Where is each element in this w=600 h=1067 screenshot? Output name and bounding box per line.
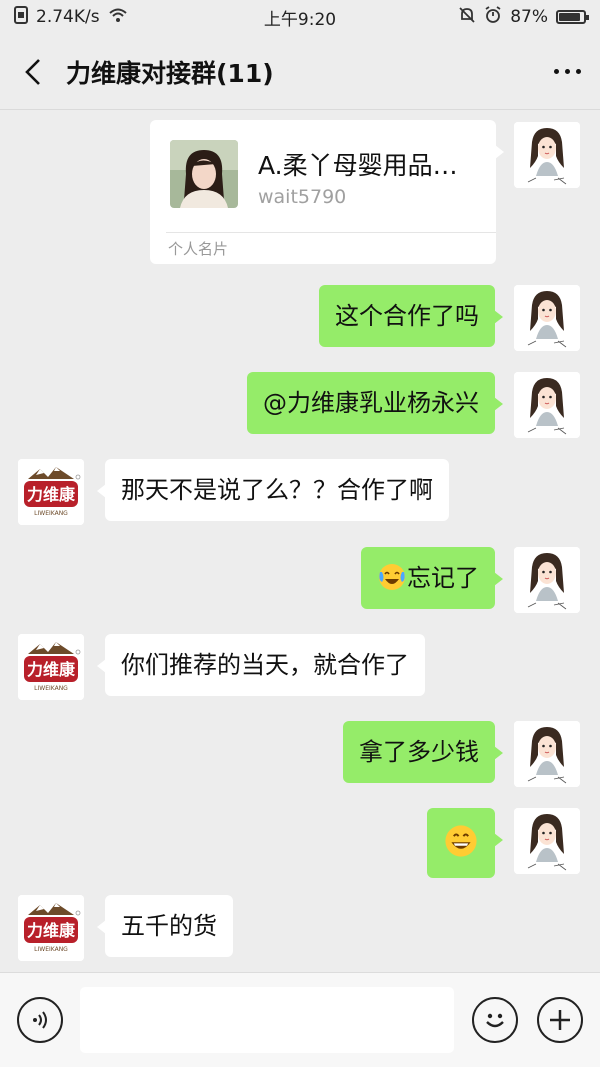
mute-icon — [458, 6, 476, 29]
voice-icon — [33, 1011, 47, 1029]
message-bubble-sent[interactable]: 拿了多少钱 — [343, 721, 503, 783]
plus-icon — [550, 1010, 570, 1030]
message-bubble-sent[interactable]: @力维康乳业杨永兴 — [247, 372, 503, 434]
network-speed: 2.74K/s — [36, 7, 100, 27]
alarm-icon — [484, 5, 502, 29]
notification-icon — [14, 5, 28, 29]
message-bubble-received[interactable]: 那天不是说了么？？合作了啊 — [97, 459, 449, 521]
my-avatar[interactable] — [514, 122, 580, 188]
message-input[interactable] — [80, 987, 454, 1053]
battery-icon — [556, 10, 589, 24]
contact-card-name: A.柔丫母婴用品… — [258, 151, 458, 180]
battery-level-fill — [559, 13, 580, 21]
brand-avatar[interactable] — [18, 895, 84, 961]
more-dot — [564, 69, 570, 74]
message-text: 忘记了 — [407, 564, 479, 592]
input-bar — [0, 972, 600, 1067]
my-avatar[interactable] — [514, 808, 580, 874]
wifi-icon — [108, 7, 128, 28]
status-bar: 2.74K/s 上午9:20 87% — [0, 0, 600, 34]
message-bubble-received[interactable]: 五千的货 — [97, 895, 233, 957]
brand-avatar[interactable] — [18, 459, 84, 525]
contact-card-label: 个人名片 — [168, 240, 229, 258]
contact-card[interactable]: A.柔丫母婴用品… wait5790 个人名片 — [150, 120, 504, 264]
my-avatar[interactable] — [514, 285, 580, 351]
my-avatar[interactable] — [514, 721, 580, 787]
status-time: 上午9:20 — [263, 9, 337, 30]
chevron-left-icon — [25, 58, 40, 85]
back-button[interactable] — [0, 34, 66, 110]
my-avatar[interactable] — [514, 547, 580, 613]
brand-avatar[interactable] — [18, 634, 84, 700]
chat-title: 力维康对接群(11) — [66, 58, 274, 88]
grin-emoji — [443, 823, 479, 859]
more-dot — [575, 69, 581, 74]
divider — [166, 232, 496, 233]
message-bubble-sent[interactable] — [427, 808, 503, 878]
more-dot — [553, 69, 559, 74]
emoji-face-icon — [486, 1013, 504, 1028]
message-bubble-sent[interactable]: 这个合作了吗 — [319, 285, 503, 347]
chat-message-list[interactable]: A.柔丫母婴用品… wait5790 个人名片 这个合作了吗 @力维康乳业杨永兴… — [0, 110, 600, 972]
message-bubble-received[interactable]: 你们推荐的当天，就合作了 — [97, 634, 425, 696]
emoji-button[interactable] — [472, 997, 518, 1043]
voice-button[interactable] — [17, 997, 63, 1043]
more-options-button[interactable] — [534, 34, 600, 110]
chat-header: 力维康对接群(11) — [0, 34, 600, 110]
laugh-cry-emoji — [377, 562, 407, 592]
contact-card-photo — [170, 140, 238, 208]
message-bubble-sent[interactable]: 忘记了 — [361, 547, 503, 609]
more-functions-button[interactable] — [537, 997, 583, 1043]
battery-percent: 87% — [510, 7, 548, 27]
contact-card-id: wait5790 — [258, 186, 347, 208]
my-avatar[interactable] — [514, 372, 580, 438]
